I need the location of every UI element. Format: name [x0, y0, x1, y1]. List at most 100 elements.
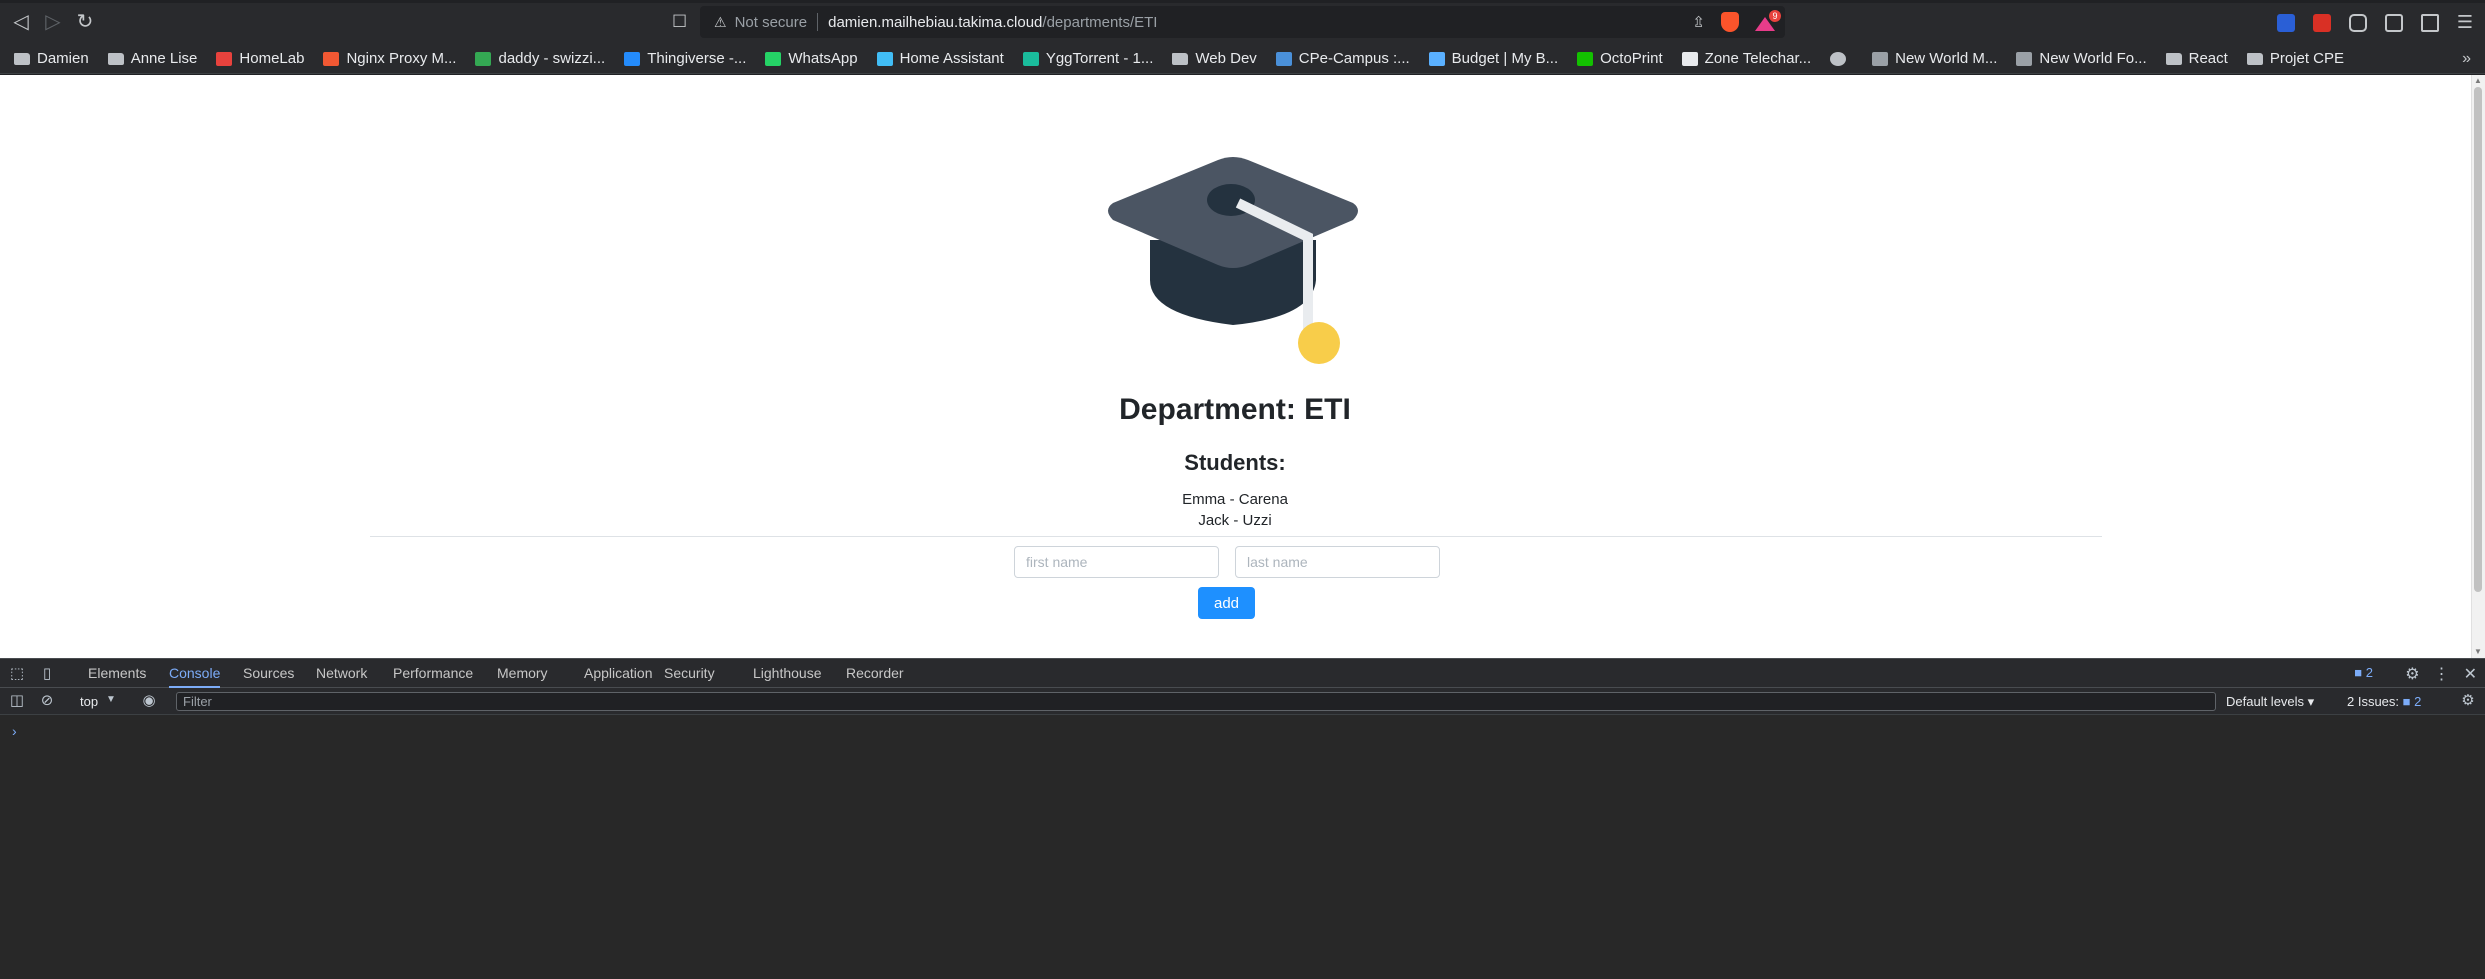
student-item: Jack - Uzzi — [1198, 512, 1272, 529]
bookmark-item[interactable]: WhatsApp — [765, 50, 858, 67]
bitwarden-icon[interactable] — [2276, 13, 2295, 32]
issues-count: ■ 2 — [2402, 694, 2422, 709]
bookmark-item[interactable]: CPe-Campus :... — [1275, 50, 1410, 67]
warning-icon[interactable]: ⚠ — [714, 14, 727, 31]
scrollbar[interactable]: ▲ ▼ — [2471, 75, 2485, 658]
tab-recorder[interactable]: Recorder — [846, 659, 904, 688]
extensions-icon[interactable] — [2348, 13, 2367, 32]
browser-toolbar: ◁ ▷ ↻ ☐ ⚠ Not secure damien.mailhebiau.t… — [0, 0, 2485, 44]
scrollbar-thumb[interactable] — [2474, 87, 2482, 592]
thingiverse-icon — [624, 51, 641, 66]
bookmark-label: Budget | My B... — [1451, 50, 1559, 67]
bookmark-label: New World M... — [1895, 50, 1998, 67]
budget-icon — [1428, 51, 1445, 66]
url-host: damien.mailhebiau.takima.cloud — [828, 13, 1043, 31]
tab-network[interactable]: Network — [316, 659, 367, 688]
bookmark-label: New World Fo... — [2039, 50, 2147, 67]
console-prompt[interactable]: › — [12, 723, 17, 739]
home-assistant-icon — [876, 51, 893, 66]
page-title: Department: ETI — [1119, 393, 1351, 426]
issues-badge[interactable]: ■ 2 — [2354, 665, 2373, 680]
security-label[interactable]: Not secure — [735, 14, 808, 31]
bookmark-icon[interactable]: ☐ — [672, 12, 687, 32]
tab-lighthouse[interactable]: Lighthouse — [753, 659, 822, 688]
tab-application[interactable]: Application — [584, 659, 653, 688]
scroll-up-icon[interactable]: ▲ — [2474, 77, 2482, 85]
tab-console[interactable]: Console — [169, 659, 221, 688]
address-bar[interactable]: ⚠ Not secure damien.mailhebiau.takima.cl… — [700, 6, 1785, 38]
wallet-icon[interactable] — [2420, 13, 2439, 32]
extension-red-icon[interactable] — [2312, 13, 2331, 32]
bookmarks-overflow-icon[interactable]: » — [2462, 50, 2471, 68]
bookmark-item[interactable]: Damien — [14, 50, 89, 67]
first-name-input[interactable] — [1014, 546, 1219, 578]
page-viewport: Department: ETI Students: Emma - Carena J… — [0, 75, 2485, 658]
tab-security[interactable]: Security — [664, 659, 715, 688]
bookmark-item[interactable]: Nginx Proxy M... — [323, 50, 456, 67]
console-toolbar: ◫ ⊘ top ▼ ◉ Filter Default levels ▾ 2 Is… — [0, 688, 2485, 715]
bookmark-label: Thingiverse -... — [647, 50, 747, 67]
chevron-down-icon[interactable]: ▼ — [106, 694, 116, 705]
sidebar-icon[interactable] — [2384, 13, 2403, 32]
reload-icon[interactable]: ↻ — [72, 9, 98, 35]
device-toolbar-icon[interactable]: ▯ — [38, 665, 56, 683]
bookmark-item[interactable]: Zone Telechar... — [1681, 50, 1811, 67]
clear-console-icon[interactable]: ⊘ — [38, 692, 56, 710]
bookmark-item[interactable]: Budget | My B... — [1428, 50, 1559, 67]
bookmark-item[interactable]: Home Assistant — [876, 50, 1004, 67]
bookmark-item[interactable]: YggTorrent - 1... — [1022, 50, 1153, 67]
bookmark-item[interactable]: HomeLab — [216, 50, 304, 67]
divider — [370, 536, 2102, 537]
forward-icon[interactable]: ▷ — [40, 9, 66, 35]
bookmark-item[interactable]: Web Dev — [1172, 50, 1257, 67]
tab-elements[interactable]: Elements — [88, 659, 146, 688]
bookmark-item[interactable]: Projet CPE — [2246, 50, 2344, 67]
bookmark-item[interactable]: React — [2165, 50, 2228, 67]
issues-button[interactable]: 2 Issues: ■ 2 — [2347, 694, 2421, 709]
tab-memory[interactable]: Memory — [497, 659, 548, 688]
menu-icon[interactable]: ☰ — [2457, 12, 2473, 33]
tab-performance[interactable]: Performance — [393, 659, 473, 688]
bookmark-label: Home Assistant — [899, 50, 1004, 67]
tab-sources[interactable]: Sources — [243, 659, 294, 688]
close-icon[interactable]: ✕ — [2464, 664, 2477, 684]
share-icon[interactable]: ⇫ — [1692, 13, 1705, 31]
bookmark-item[interactable]: New World M... — [1872, 50, 1997, 67]
log-levels-dropdown[interactable]: Default levels ▾ — [2226, 694, 2314, 710]
bookmarks-bar: Damien Anne Lise HomeLab Nginx Proxy M... da… — [0, 44, 2485, 74]
scroll-down-icon[interactable]: ▼ — [2474, 648, 2482, 656]
octoprint-icon — [1577, 51, 1594, 66]
context-selector[interactable]: top — [80, 694, 98, 709]
more-options-icon[interactable]: ⋮ — [2434, 664, 2450, 684]
filter-input[interactable]: Filter — [176, 692, 2216, 711]
omnibox-separator — [817, 13, 819, 31]
log-levels-label: Default levels — [2226, 694, 2305, 709]
bookmark-label: Damien — [37, 50, 89, 67]
inspect-icon[interactable]: ⬚ — [8, 665, 26, 683]
last-name-input[interactable] — [1235, 546, 1440, 578]
cpe-icon — [1275, 51, 1292, 66]
whatsapp-icon — [765, 51, 782, 66]
bookmark-label: Anne Lise — [130, 50, 198, 67]
add-button[interactable]: add — [1198, 587, 1255, 619]
bookmark-label: OctoPrint — [1600, 50, 1663, 67]
bookmark-item[interactable]: Thingiverse -... — [624, 50, 746, 67]
eye-icon[interactable]: ◉ — [140, 692, 158, 710]
brave-shields-icon[interactable] — [1721, 12, 1739, 32]
console-settings-icon[interactable]: ⚙ — [2459, 692, 2477, 710]
newworld-icon — [2016, 51, 2033, 66]
rewards-badge: 9 — [1769, 10, 1781, 22]
sidebar-toggle-icon[interactable]: ◫ — [8, 692, 26, 710]
brave-rewards-icon[interactable]: 9 — [1755, 10, 1781, 31]
back-icon[interactable]: ◁ — [8, 9, 34, 35]
bookmark-item[interactable] — [1830, 51, 1853, 66]
folder-icon — [2246, 52, 2263, 65]
bookmark-item[interactable]: New World Fo... — [2016, 50, 2147, 67]
bookmark-item[interactable]: OctoPrint — [1577, 50, 1663, 67]
bookmark-item[interactable]: daddy - swizzi... — [475, 50, 605, 67]
graduation-cap-icon — [1108, 157, 1358, 364]
folder-icon — [14, 52, 30, 65]
settings-gear-icon[interactable]: ⚙ — [2405, 664, 2419, 684]
bookmark-item[interactable]: Anne Lise — [107, 50, 198, 67]
ygg-icon — [1022, 51, 1039, 66]
